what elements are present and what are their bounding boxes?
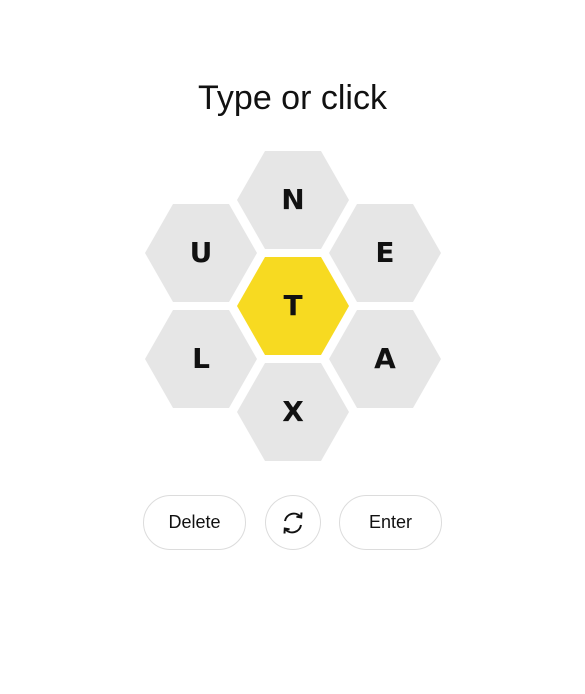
- shuffle-icon: [278, 508, 308, 538]
- hive-letter: U: [189, 236, 213, 269]
- hive-letter: L: [192, 342, 210, 375]
- center-letter: T: [283, 289, 303, 322]
- hive-letter: N: [281, 183, 305, 216]
- hive-cell-lower-left[interactable]: L: [145, 310, 257, 408]
- shuffle-button[interactable]: [265, 495, 321, 550]
- hive-cell-center[interactable]: T: [237, 257, 349, 355]
- delete-button[interactable]: Delete: [143, 495, 246, 550]
- hive-cell-lower-right[interactable]: A: [329, 310, 441, 408]
- letter-hive: N U E T L A X: [0, 0, 585, 694]
- hive-cell-upper-left[interactable]: U: [145, 204, 257, 302]
- hive-letter: E: [375, 236, 395, 269]
- hive-cell-top[interactable]: N: [237, 151, 349, 249]
- hive-cell-upper-right[interactable]: E: [329, 204, 441, 302]
- hive-letter: A: [374, 342, 396, 375]
- hive-letter: X: [282, 395, 304, 428]
- hive-cell-bottom[interactable]: X: [237, 363, 349, 461]
- enter-button[interactable]: Enter: [339, 495, 442, 550]
